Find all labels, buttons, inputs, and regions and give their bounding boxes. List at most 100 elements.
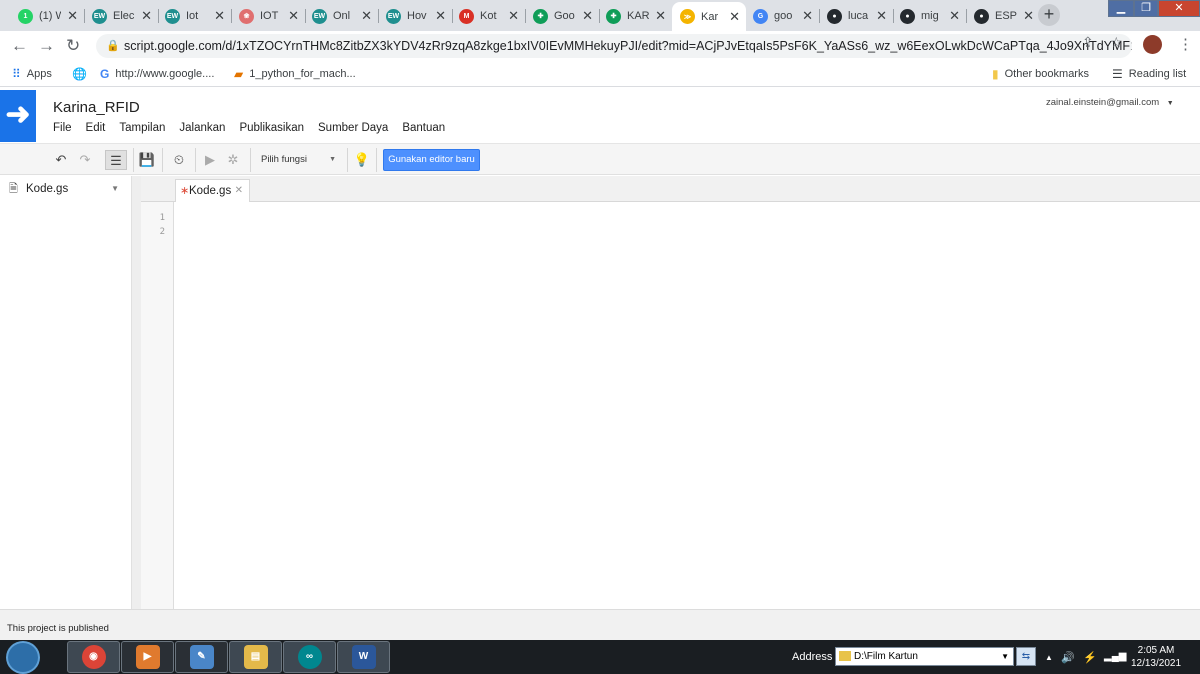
reload-icon[interactable]: ↻ — [66, 36, 80, 56]
network-signal-icon[interactable]: ▂▄▆ — [1104, 651, 1126, 662]
menu-kebab-icon[interactable]: ⋮ — [1178, 35, 1193, 53]
apps-script-logo-icon[interactable]: ➜ — [0, 90, 36, 142]
indent-icon[interactable]: ☰ — [105, 150, 127, 170]
folder-icon: ▤ — [243, 645, 268, 669]
taskbar-arduino[interactable]: ∞ — [283, 641, 336, 673]
back-icon[interactable]: ← — [11, 36, 28, 56]
tab-label: Onl — [333, 10, 351, 22]
media-player-icon: ▶ — [135, 645, 160, 669]
debug-bug-icon[interactable]: ✲ — [224, 150, 242, 170]
close-icon[interactable]: ✕ — [1023, 8, 1034, 24]
new-tab-button[interactable]: + — [1038, 4, 1060, 26]
menu-help[interactable]: Bantuan — [402, 122, 445, 134]
menu-publish[interactable]: Publikasikan — [239, 122, 304, 134]
code-editor[interactable] — [174, 202, 1200, 609]
browser-tab[interactable]: EW Elec ✕ — [84, 3, 158, 29]
browser-tab[interactable]: ✚ KAR ✕ — [598, 3, 672, 29]
lightbulb-icon[interactable]: 💡 — [353, 150, 371, 170]
menu-edit[interactable]: Edit — [86, 122, 106, 134]
close-icon[interactable]: ✕ — [876, 8, 887, 24]
browser-tab[interactable]: EW Onl ✕ — [304, 3, 378, 29]
browser-tab[interactable]: EW Hov ✕ — [378, 3, 452, 29]
start-button[interactable] — [6, 641, 40, 674]
triggers-clock-icon[interactable]: ⏲ — [169, 150, 189, 170]
power-icon[interactable]: ⚡ — [1083, 651, 1097, 664]
use-new-editor-button[interactable]: Gunakan editor baru — [383, 149, 480, 171]
reading-list[interactable]: ☰ Reading list — [1112, 67, 1186, 81]
browser-tab[interactable]: ● mig ✕ — [892, 3, 966, 29]
go-button[interactable]: ⇆ — [1016, 647, 1036, 666]
folder-icon: ▮ — [992, 67, 999, 81]
taskbar-paint[interactable]: ✎ — [175, 641, 228, 673]
taskbar-address-input[interactable]: D:\Film Kartun ▼ — [835, 647, 1014, 666]
bookmark-star-icon[interactable]: ☆ — [1110, 34, 1123, 51]
close-icon[interactable]: ✕ — [288, 8, 299, 24]
browser-tab[interactable]: ✚ Goo ✕ — [525, 3, 599, 29]
close-icon[interactable]: ✕ — [435, 8, 446, 24]
tab-label: Goo — [554, 10, 575, 22]
close-icon[interactable]: ✕ — [655, 8, 666, 24]
profile-avatar[interactable] — [1143, 35, 1162, 54]
panel-splitter[interactable] — [132, 176, 141, 609]
close-window-button[interactable]: ✕ — [1158, 0, 1200, 17]
chevron-down-icon[interactable]: ▼ — [1001, 648, 1009, 665]
taskbar-explorer[interactable]: ▤ — [229, 641, 282, 673]
close-icon[interactable]: ✕ — [582, 8, 593, 24]
bookmark-apps[interactable]: ⠿ Apps — [12, 67, 52, 81]
unsaved-asterisk-icon: ∗ — [180, 185, 190, 197]
reading-list-icon: ☰ — [1112, 67, 1123, 81]
browser-tab[interactable]: EW Iot ✕ — [157, 3, 231, 29]
redo-icon[interactable]: ↷ — [76, 150, 94, 170]
bookmark-google[interactable]: G http://www.google.... — [100, 67, 214, 81]
function-select[interactable]: Pilih fungsi ▼ — [256, 150, 342, 170]
close-icon[interactable]: ✕ — [141, 8, 152, 24]
close-icon[interactable]: ✕ — [729, 9, 740, 25]
ew-icon: EW — [92, 8, 107, 24]
close-icon[interactable]: ✕ — [214, 8, 225, 24]
github-icon: ● — [974, 8, 989, 24]
file-item[interactable]: 🗎 Kode.gs ▼ — [0, 178, 131, 202]
menu-resources[interactable]: Sumber Daya — [318, 122, 388, 134]
chevron-down-icon[interactable]: ▼ — [111, 178, 119, 200]
taskbar-chrome[interactable]: ◉ — [67, 641, 120, 673]
browser-tab[interactable]: M Kot ✕ — [451, 3, 525, 29]
browser-tab[interactable]: ≫ Kar ✕ — [672, 2, 746, 31]
address-bar[interactable]: 🔒 script.google.com/d/1xTZOCYrnTHMc8Zitb… — [96, 34, 1132, 58]
close-icon[interactable]: ✕ — [361, 8, 372, 24]
taskbar-media-player[interactable]: ▶ — [121, 641, 174, 673]
browser-tab[interactable]: 1 (1) W ✕ — [10, 3, 84, 29]
project-title[interactable]: Karina_RFID — [53, 99, 140, 116]
bookmark-python[interactable]: ▰ 1_python_for_mach... — [234, 67, 356, 81]
bookmark-other[interactable]: ▮ Other bookmarks — [992, 67, 1089, 81]
taskbar-word[interactable]: W — [337, 641, 390, 673]
browser-tab[interactable]: ● luca ✕ — [819, 3, 893, 29]
bookmark-globe[interactable]: 🌐 — [72, 67, 93, 81]
share-icon[interactable]: ⇪ — [1082, 34, 1094, 51]
forward-icon[interactable]: → — [38, 36, 55, 56]
close-icon[interactable]: ✕ — [949, 8, 960, 24]
system-clock[interactable]: 2:05 AM 12/13/2021 — [1128, 644, 1184, 670]
sheets-icon: ✚ — [606, 8, 621, 24]
menu-run[interactable]: Jalankan — [179, 122, 225, 134]
browser-tab[interactable]: Ggoo ✕ — [745, 3, 819, 29]
browser-tab[interactable]: ● ESP ✕ — [966, 3, 1040, 29]
close-icon[interactable]: ✕ — [802, 8, 813, 24]
browser-tab[interactable]: ❀ IOT ✕ — [231, 3, 305, 29]
tab-label: IOT — [260, 10, 279, 22]
menu-view[interactable]: Tampilan — [119, 122, 165, 134]
editor-tab-kode[interactable]: ∗ Kode.gs ✕ — [175, 179, 250, 203]
save-icon[interactable]: 💾 — [138, 150, 156, 170]
menu-file[interactable]: File — [53, 122, 72, 134]
close-icon[interactable]: ✕ — [508, 8, 519, 24]
tray-expand-icon[interactable]: ▲ — [1045, 653, 1053, 662]
restore-button[interactable]: ❐ — [1134, 0, 1158, 17]
google-icon: G — [753, 8, 768, 24]
close-icon[interactable]: ✕ — [67, 8, 78, 24]
account-menu[interactable]: zainal.einstein@gmail.com ▼ — [1046, 97, 1174, 108]
minimize-button[interactable]: ▁ — [1108, 0, 1134, 17]
undo-icon[interactable]: ↶ — [52, 150, 70, 170]
line-number-gutter: 1 2 — [141, 202, 174, 609]
volume-icon[interactable]: 🔊 — [1061, 651, 1075, 664]
run-play-icon[interactable]: ▶ — [202, 150, 218, 170]
close-icon[interactable]: ✕ — [235, 180, 243, 202]
